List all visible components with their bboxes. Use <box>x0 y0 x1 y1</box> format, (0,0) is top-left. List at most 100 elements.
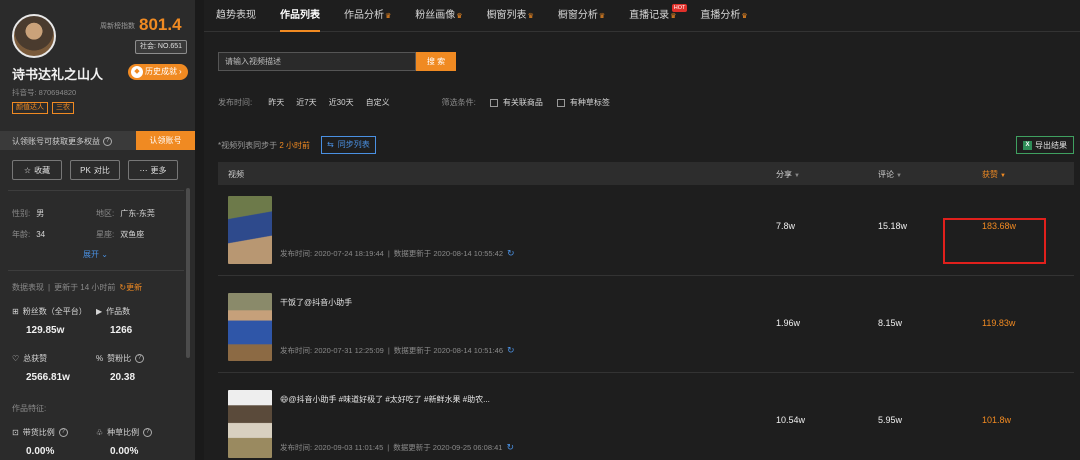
refresh-icon[interactable]: ↻ <box>506 442 514 453</box>
export-label: 导出结果 <box>1035 140 1067 150</box>
fans-label: 粉丝数（全平台） <box>22 307 87 316</box>
tab-label: 直播分析 <box>700 10 741 21</box>
tab-label: 橱窗分析 <box>557 10 598 21</box>
sidebar-scrollbar[interactable] <box>186 188 190 358</box>
comments-value: 15.18w <box>878 221 908 231</box>
tab-label: 趋势表现 <box>216 10 256 21</box>
star-icon: ☆ <box>23 165 32 175</box>
export-button[interactable]: X 导出结果 <box>1016 136 1074 154</box>
table-row[interactable]: 干饭了@抖音小助手 发布时间: 2020-07-31 12:25:09 | 数据… <box>218 283 1074 373</box>
tab-bar: 趋势表现 作品列表 作品分析♛ 粉丝画像♛ 橱窗列表♛ 橱窗分析♛ 直播记录♛ H… <box>204 0 1080 32</box>
refresh-icon[interactable]: ↻ <box>507 248 515 259</box>
claim-account-button[interactable]: 认领账号 <box>136 131 195 150</box>
stat-works: ▶ 作品数 1266 <box>96 306 132 336</box>
vip-crown-icon: ♛ <box>741 13 748 20</box>
history-achievement-button[interactable]: ◆ 历史成就 › <box>128 64 188 80</box>
col-comments[interactable]: 评论 ▼ <box>878 169 902 180</box>
expand-link[interactable]: 展开 ⌄ <box>83 249 108 260</box>
data-updated: 数据更新于 2020-08-14 10:51:46 <box>393 346 503 355</box>
account-sidebar: 周新榜指数 801.4 社会: NO.651 诗书达礼之山人 ◆ 历史成就 › … <box>0 0 195 460</box>
region-value: 广东-东莞 <box>120 209 155 218</box>
checkbox-label: 有种草标签 <box>569 98 610 107</box>
shares-value: 10.54w <box>776 415 806 425</box>
refresh-label: 更新 <box>126 283 143 292</box>
search-button[interactable]: 搜 索 <box>416 52 456 71</box>
tab-works-list[interactable]: 作品列表 <box>268 0 332 32</box>
video-title[interactable]: 干饭了@抖音小助手 <box>280 297 352 308</box>
avatar[interactable] <box>12 14 56 58</box>
table-row[interactable]: 发布时间: 2020-07-24 18:19:44 | 数据更新于 2020-0… <box>218 186 1074 276</box>
claim-text: 认领账号可获取更多权益 ? <box>12 136 112 147</box>
divider <box>8 190 184 191</box>
seed-label: 种草比例 <box>107 428 140 437</box>
tab-works-analysis[interactable]: 作品分析♛ <box>332 0 403 32</box>
tab-shop-list[interactable]: 橱窗列表♛ <box>475 0 546 32</box>
vip-crown-icon: ♛ <box>670 13 677 20</box>
likes-value: 183.68w <box>982 221 1017 231</box>
likes-label: 总获赞 <box>23 354 48 363</box>
feature-label: 作品特征: <box>12 404 47 413</box>
comments-value: 8.15w <box>878 318 903 328</box>
tab-trend[interactable]: 趋势表现 <box>204 0 268 32</box>
tab-label: 作品分析 <box>344 10 384 21</box>
favorite-button[interactable]: ☆ 收藏 <box>12 160 62 180</box>
video-thumbnail[interactable] <box>228 390 272 458</box>
seed-value: 0.00% <box>110 446 139 457</box>
video-meta: 发布时间: 2020-07-31 12:25:09 | 数据更新于 2020-0… <box>280 345 515 356</box>
works-icon: ▶ <box>96 307 103 316</box>
tab-label: 作品列表 <box>280 10 320 21</box>
video-search-input[interactable]: 请输入视频描述 <box>218 52 416 71</box>
action-row: ☆ 收藏 PK 对比 ⋯ 更多 <box>12 160 178 180</box>
stat-likes: ♡ 总获赞 2566.81w <box>12 353 70 383</box>
heart-icon: ♡ <box>12 354 20 363</box>
col-likes[interactable]: 获赞 ▼ <box>982 169 1006 180</box>
filter-30-days[interactable]: 近30天 <box>329 97 354 108</box>
age-key: 年龄: <box>12 230 31 239</box>
compare-button[interactable]: PK 对比 <box>70 160 120 180</box>
publish-time: 发布时间: 2020-07-24 18:19:44 <box>280 249 384 258</box>
publish-time: 发布时间: 2020-09-03 11:01:45 <box>280 443 384 452</box>
filter-condition-label: 筛选条件: <box>441 98 476 107</box>
sync-icon: ⇆ <box>327 140 334 149</box>
video-meta: 发布时间: 2020-07-24 18:19:44 | 数据更新于 2020-0… <box>280 248 515 259</box>
checkbox-has-seed-tag[interactable]: 有种草标签 <box>556 97 610 108</box>
help-icon[interactable]: ? <box>135 354 145 363</box>
help-icon[interactable]: ? <box>58 428 68 437</box>
tab-shop-analysis[interactable]: 橱窗分析♛ <box>546 0 617 32</box>
checkbox-has-goods[interactable]: 有关联商品 <box>489 97 543 108</box>
sync-list-button[interactable]: ⇆ 同步列表 <box>321 136 376 154</box>
vip-crown-icon: ♛ <box>385 13 392 20</box>
filter-7-days[interactable]: 近7天 <box>296 97 316 108</box>
table-header: 视频 分享 ▼ 评论 ▼ 获赞 ▼ <box>218 162 1074 185</box>
main-panel: 趋势表现 作品列表 作品分析♛ 粉丝画像♛ 橱窗列表♛ 橱窗分析♛ 直播记录♛ H… <box>204 0 1080 460</box>
video-thumbnail[interactable] <box>228 293 272 361</box>
video-thumbnail[interactable] <box>228 196 272 264</box>
data-updated: 数据更新于 2020-09-25 06:08:41 <box>393 443 503 452</box>
refresh-button[interactable]: ↻更新 <box>119 282 142 293</box>
filter-custom[interactable]: 自定义 <box>366 97 390 108</box>
stat-seed-ratio: ♧ 种草比例? 0.00% <box>96 427 153 457</box>
help-icon[interactable]: ? <box>103 137 112 146</box>
fans-icon: ⊞ <box>12 307 19 316</box>
tab-live-analysis[interactable]: 直播分析♛ <box>688 0 759 32</box>
likes-value: 101.8w <box>982 415 1012 425</box>
table-row[interactable]: 😄@抖音小助手 #味道好极了 #太好吃了 #新鲜水果 #助农... 发布时间: … <box>218 380 1074 460</box>
hot-badge: HOT <box>671 4 688 12</box>
zodiac-key: 星座: <box>96 230 115 239</box>
refresh-icon[interactable]: ↻ <box>507 345 515 356</box>
publish-time-label: 发布时间: <box>218 98 253 107</box>
likes-value: 2566.81w <box>26 372 70 383</box>
video-title[interactable]: 😄@抖音小助手 #味道好极了 #太好吃了 #新鲜水果 #助农... <box>280 394 490 405</box>
tab-fans-portrait[interactable]: 粉丝画像♛ <box>403 0 474 32</box>
works-label: 作品数 <box>106 307 131 316</box>
col-shares[interactable]: 分享 ▼ <box>776 169 800 180</box>
col-video: 视频 <box>228 170 244 179</box>
compare-label: 对比 <box>93 165 110 175</box>
tab-live-records[interactable]: 直播记录♛ HOT <box>617 0 688 32</box>
more-button[interactable]: ⋯ 更多 <box>128 160 178 180</box>
help-icon[interactable]: ? <box>143 428 153 437</box>
stat-fans: ⊞ 粉丝数（全平台） 129.85w <box>12 306 87 336</box>
filter-row: 发布时间: 昨天 近7天 近30天 自定义 筛选条件: 有关联商品 有种草标签 <box>218 97 624 108</box>
vip-crown-icon: ♛ <box>456 13 463 20</box>
filter-yesterday[interactable]: 昨天 <box>268 97 284 108</box>
